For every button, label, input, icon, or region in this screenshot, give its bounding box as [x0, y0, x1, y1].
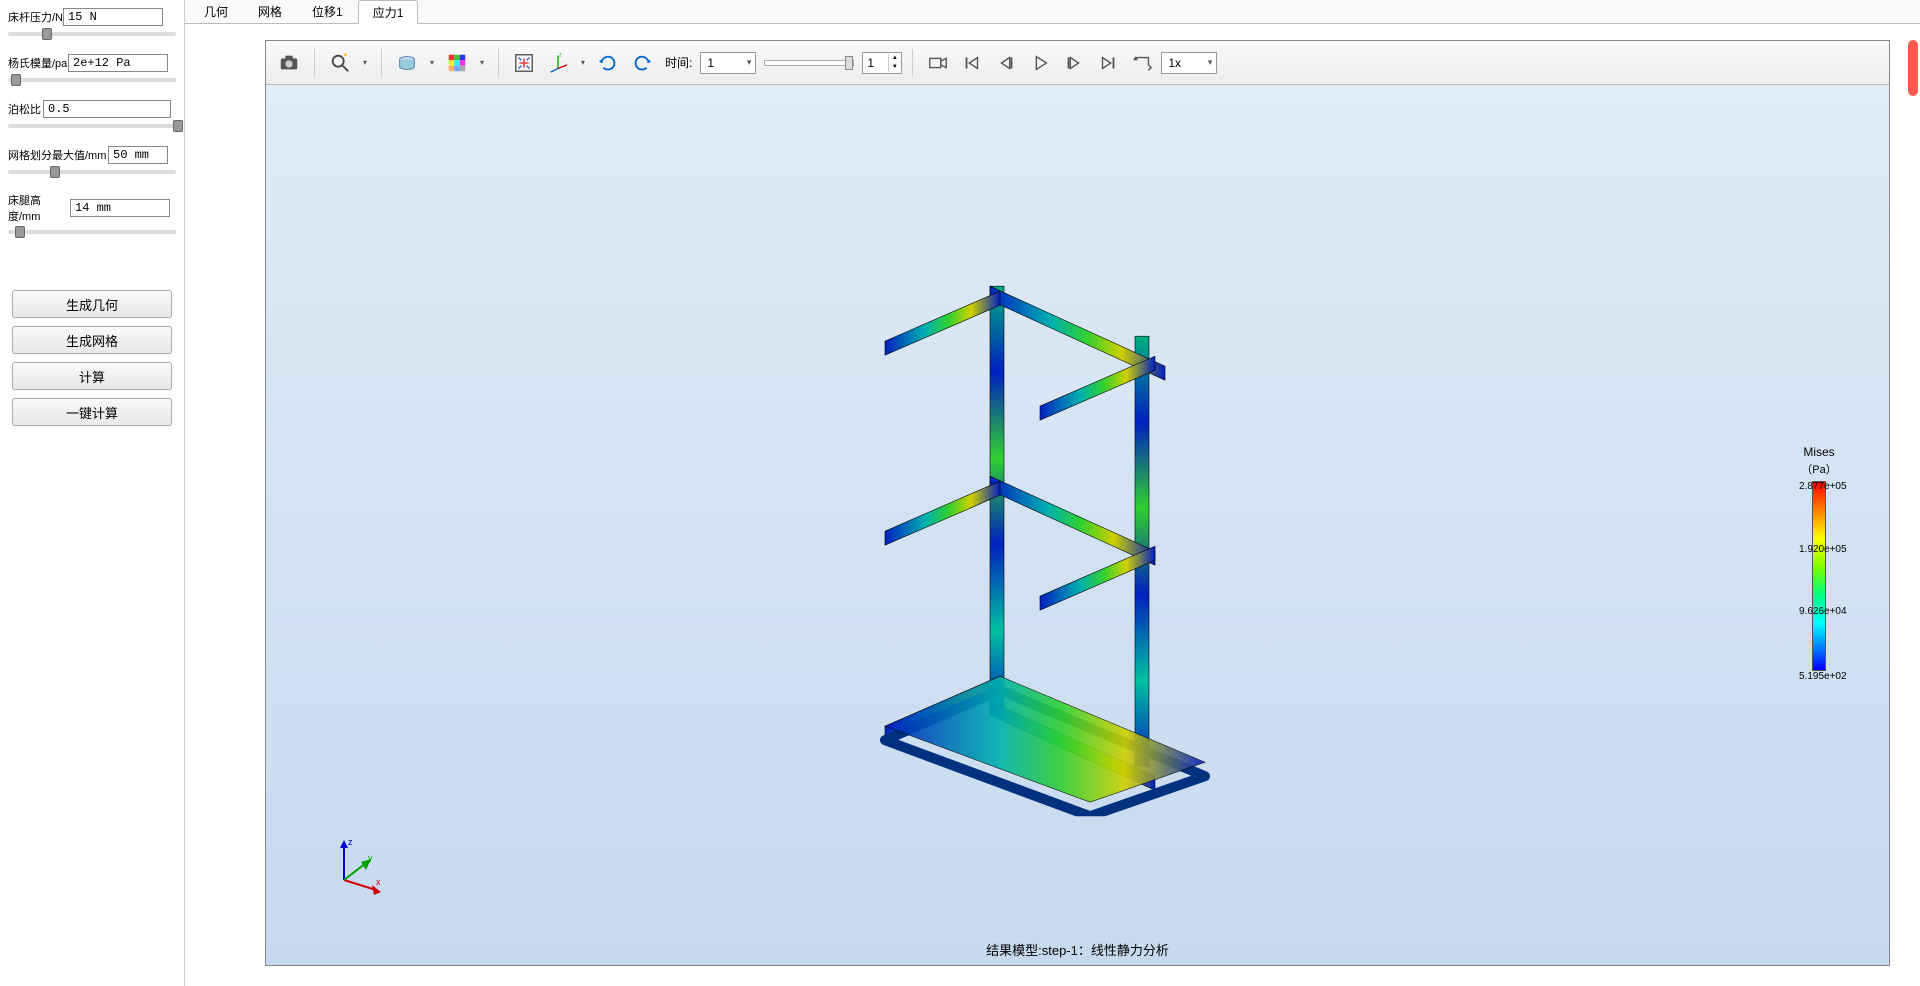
- prev-frame-button[interactable]: [991, 48, 1021, 78]
- param-slider-4[interactable]: [8, 230, 176, 234]
- right-panel-handle[interactable]: [1908, 40, 1918, 96]
- axes-orientation-button[interactable]: z: [543, 48, 573, 78]
- action-button-0[interactable]: 生成几何: [12, 290, 172, 318]
- color-legend: Mises （Pa） 2.877e+051.920e+059.626e+045.…: [1779, 445, 1859, 675]
- viewport-frame: z 时间: 1 1 ▲▼ 1x: [265, 40, 1890, 966]
- slider-thumb[interactable]: [15, 226, 25, 238]
- legend-tick: 2.877e+05: [1799, 481, 1847, 492]
- time-slider[interactable]: [764, 60, 854, 66]
- rotate-cw-button[interactable]: [627, 48, 657, 78]
- slider-thumb[interactable]: [11, 74, 21, 86]
- zoom-button[interactable]: [325, 48, 355, 78]
- color-dropdown[interactable]: [476, 58, 488, 67]
- loop-button[interactable]: [1127, 48, 1157, 78]
- record-button[interactable]: [923, 48, 953, 78]
- param-row-1: 杨氏模量/pa: [8, 54, 176, 82]
- main-area: 几何网格位移1应力1 z: [185, 0, 1920, 986]
- 3d-viewport[interactable]: z x y 结果模型:step-1：线性静力分析 Mises （Pa） 2.87…: [266, 85, 1889, 965]
- param-row-0: 床杆压力/N: [8, 8, 176, 36]
- slider-thumb[interactable]: [42, 28, 52, 40]
- legend-tick: 1.920e+05: [1799, 544, 1847, 555]
- tab-1[interactable]: 网格: [243, 0, 297, 23]
- viewport-toolbar: z 时间: 1 1 ▲▼ 1x: [266, 41, 1889, 85]
- param-label: 杨氏模量/pa: [8, 55, 68, 71]
- result-caption: 结果模型:step-1：线性静力分析: [986, 940, 1169, 959]
- legend-title: Mises: [1779, 445, 1859, 459]
- param-slider-0[interactable]: [8, 32, 176, 36]
- param-slider-1[interactable]: [8, 78, 176, 82]
- slider-thumb[interactable]: [50, 166, 60, 178]
- param-input-2[interactable]: [43, 100, 171, 118]
- svg-text:z: z: [559, 52, 562, 58]
- action-button-3[interactable]: 一键计算: [12, 398, 172, 426]
- zoom-dropdown[interactable]: [359, 58, 371, 67]
- tab-2[interactable]: 位移1: [297, 0, 358, 23]
- legend-bar: [1812, 481, 1826, 671]
- svg-text:y: y: [368, 853, 373, 863]
- fit-view-button[interactable]: [509, 48, 539, 78]
- svg-text:x: x: [376, 877, 381, 887]
- clip-plane-button[interactable]: [392, 48, 422, 78]
- sidebar: 床杆压力/N 杨氏模量/pa 泊松比网格划分最大值/mm 床腿高度/mm 生成几何生成…: [0, 0, 185, 986]
- param-input-0[interactable]: [63, 8, 163, 26]
- last-frame-button[interactable]: [1093, 48, 1123, 78]
- param-input-4[interactable]: [70, 199, 170, 217]
- axes-dropdown[interactable]: [577, 58, 589, 67]
- param-label: 泊松比: [8, 101, 43, 117]
- spin-down[interactable]: ▼: [888, 63, 900, 72]
- param-slider-2[interactable]: [8, 124, 176, 128]
- slider-thumb[interactable]: [173, 120, 183, 132]
- param-label: 床杆压力/N: [8, 9, 63, 25]
- color-cube-button[interactable]: [442, 48, 472, 78]
- speed-select[interactable]: 1x: [1161, 52, 1217, 74]
- time-select[interactable]: 1: [700, 52, 756, 74]
- svg-text:z: z: [348, 837, 353, 847]
- param-row-4: 床腿高度/mm: [8, 192, 176, 234]
- tab-3[interactable]: 应力1: [358, 0, 419, 24]
- param-label: 床腿高度/mm: [8, 192, 70, 224]
- param-slider-3[interactable]: [8, 170, 176, 174]
- action-button-1[interactable]: 生成网格: [12, 326, 172, 354]
- time-label: 时间:: [665, 54, 692, 71]
- clip-dropdown[interactable]: [426, 58, 438, 67]
- axis-triad-icon: z x y: [326, 835, 386, 895]
- tab-strip: 几何网格位移1应力1: [185, 0, 1920, 24]
- legend-tick: 9.626e+04: [1799, 606, 1847, 617]
- first-frame-button[interactable]: [957, 48, 987, 78]
- param-row-2: 泊松比: [8, 100, 176, 128]
- tab-0[interactable]: 几何: [189, 0, 243, 23]
- play-button[interactable]: [1025, 48, 1055, 78]
- screenshot-button[interactable]: [274, 48, 304, 78]
- legend-unit: （Pa）: [1779, 461, 1859, 477]
- param-row-3: 网格划分最大值/mm: [8, 146, 176, 174]
- spin-up[interactable]: ▲: [888, 54, 900, 63]
- param-input-1[interactable]: [68, 54, 168, 72]
- slider-thumb[interactable]: [845, 56, 853, 70]
- rotate-ccw-button[interactable]: [593, 48, 623, 78]
- param-label: 网格划分最大值/mm: [8, 147, 108, 163]
- frame-spinner[interactable]: 1 ▲▼: [862, 52, 902, 74]
- next-frame-button[interactable]: [1059, 48, 1089, 78]
- param-input-3[interactable]: [108, 146, 168, 164]
- fea-model: [825, 256, 1285, 816]
- action-button-2[interactable]: 计算: [12, 362, 172, 390]
- legend-tick: 5.195e+02: [1799, 671, 1847, 682]
